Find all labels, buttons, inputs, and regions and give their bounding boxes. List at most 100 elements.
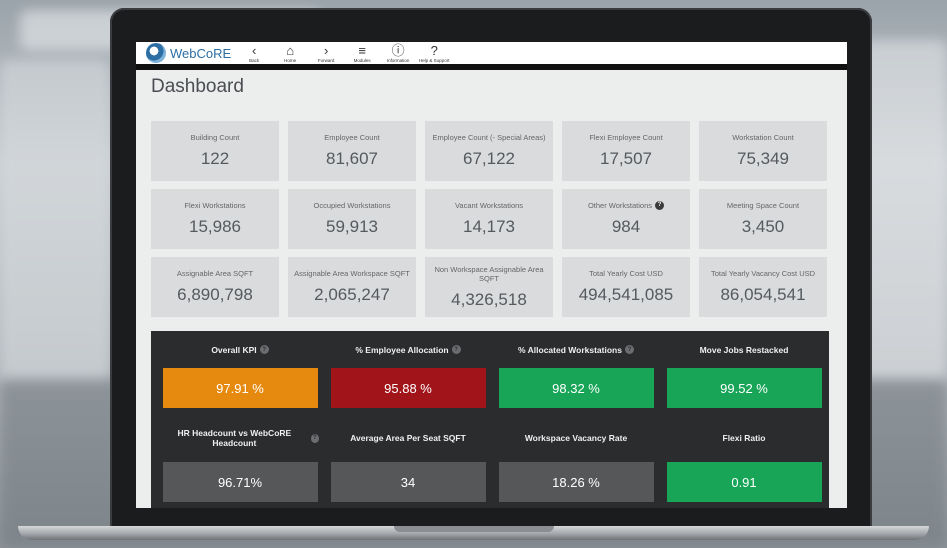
page-title: Dashboard (151, 76, 244, 97)
card-label: Non Workspace Assignable Area SQFT (434, 264, 544, 283)
kpi-label: % Employee Allocation (355, 344, 449, 355)
card-value: 15,986 (189, 217, 241, 236)
card-value: 59,913 (326, 217, 378, 236)
help-icon[interactable]: ? (655, 201, 665, 210)
kpi-tile[interactable]: Average Area Per Seat SQFT 34 (329, 414, 487, 508)
card-label-row: Assignable Area SQFT (177, 269, 253, 278)
summary-card[interactable]: Assignable Area Workspace SQFT 2,065,247 (288, 257, 416, 317)
card-label: Total Yearly Cost USD (589, 269, 663, 278)
kpi-tile[interactable]: Move Jobs Restacked 99.52 % (665, 331, 823, 414)
summary-card[interactable]: Other Workstations? 984 (562, 189, 690, 249)
card-label-row: Flexi Workstations (184, 201, 245, 210)
kpi-tile[interactable]: % Allocated Workstations? 98.32 % (497, 331, 655, 414)
summary-card[interactable]: Total Yearly Vacancy Cost USD 86,054,541 (699, 257, 827, 317)
card-label: Employee Count (- Special Areas) (432, 133, 546, 142)
nav-forward-button[interactable]: › Forward (311, 44, 341, 63)
kpi-label-row: Workspace Vacancy Rate (525, 414, 627, 462)
forward-arrow-icon: › (324, 42, 329, 58)
kpi-tile[interactable]: Workspace Vacancy Rate 18.26 % (497, 414, 655, 508)
card-value: 4,326,518 (451, 289, 527, 309)
nav-label: Help & Support (418, 57, 450, 63)
summary-card[interactable]: Employee Count 81,607 (288, 121, 416, 181)
nav-home-button[interactable]: ⌂ Home (275, 44, 305, 63)
help-icon[interactable]: ? (310, 433, 319, 443)
card-value: 984 (611, 217, 641, 236)
app-logo[interactable]: WebCoRE (146, 43, 231, 63)
kpi-label: Workspace Vacancy Rate (524, 433, 628, 443)
summary-card[interactable]: Building Count 122 (151, 121, 279, 181)
kpi-label-row: % Employee Allocation? (355, 331, 461, 368)
kpi-tile[interactable]: HR Headcount vs WebCoRE Headcount? 96.71% (161, 414, 319, 508)
kpi-label-row: Move Jobs Restacked (700, 331, 789, 368)
summary-card[interactable]: Employee Count (- Special Areas) 67,122 (425, 121, 553, 181)
app-name: WebCoRE (170, 45, 232, 61)
card-label: Assignable Area SQFT (176, 269, 254, 278)
summary-card[interactable]: Non Workspace Assignable Area SQFT 4,326,… (425, 257, 553, 317)
nav-toolbar: ‹ Back ⌂ Home › Forward ≡ Modules ⓘ Information ? H… (239, 44, 455, 63)
kpi-label-row: HR Headcount vs WebCoRE Headcount? (161, 414, 319, 462)
webcore-logo-icon (146, 43, 166, 63)
info-icon: ⓘ (391, 42, 405, 58)
nav-label: Modules (353, 57, 371, 63)
help-icon[interactable]: ? (451, 345, 461, 354)
card-label: Flexi Employee Count (589, 133, 663, 142)
card-label: Flexi Workstations (184, 201, 246, 210)
nav-back-button[interactable]: ‹ Back (239, 44, 269, 63)
summary-card[interactable]: Flexi Workstations 15,986 (151, 189, 279, 249)
card-label-row: Flexi Employee Count (589, 133, 662, 142)
kpi-tile[interactable]: % Employee Allocation? 95.88 % (329, 331, 487, 414)
nav-label: Home (284, 57, 297, 63)
home-icon: ⌂ (286, 42, 295, 58)
card-label-row: Employee Count (324, 133, 379, 142)
top-toolbar: WebCoRE ‹ Back ⌂ Home › Forward ≡ Modules ⓘ Infor… (136, 42, 847, 70)
kpi-label-row: Overall KPI? (211, 331, 269, 368)
card-label: Other Workstations (587, 201, 653, 210)
nav-modules-button[interactable]: ≡ Modules (347, 44, 377, 63)
card-value: 81,607 (326, 149, 378, 168)
laptop-notch (394, 526, 554, 532)
kpi-label: HR Headcount vs WebCoRE Headcount (177, 428, 292, 448)
nav-help-support-button[interactable]: ? Help & Support (418, 44, 450, 63)
card-label: Vacant Workstations (454, 201, 524, 210)
card-label: Assignable Area Workspace SQFT (294, 269, 410, 278)
summary-card[interactable]: Total Yearly Cost USD 494,541,085 (562, 257, 690, 317)
card-label: Employee Count (324, 133, 380, 142)
menu-icon: ≡ (358, 42, 366, 58)
summary-card[interactable]: Meeting Space Count 3,450 (699, 189, 827, 249)
kpi-value: 95.88 % (330, 368, 486, 408)
kpi-label-row: Average Area Per Seat SQFT (350, 414, 466, 462)
nav-label: Back (249, 57, 260, 63)
nav-label: Information (386, 57, 410, 63)
card-label: Meeting Space Count (726, 201, 800, 210)
kpi-tile[interactable]: Overall KPI? 97.91 % (161, 331, 319, 414)
kpi-value: 99.52 % (666, 368, 822, 408)
card-label: Total Yearly Vacancy Cost USD (710, 269, 816, 278)
summary-card[interactable]: Vacant Workstations 14,173 (425, 189, 553, 249)
background-window (860, 40, 947, 380)
kpi-value: 18.26 % (498, 462, 654, 502)
card-label-row: Total Yearly Cost USD (589, 269, 663, 278)
summary-card[interactable]: Assignable Area SQFT 6,890,798 (151, 257, 279, 317)
back-arrow-icon: ‹ (252, 42, 257, 58)
card-label-row: Other Workstations? (587, 201, 665, 210)
card-value: 2,065,247 (314, 285, 390, 304)
kpi-value: 0.91 (666, 462, 822, 502)
help-icon[interactable]: ? (624, 345, 634, 354)
card-label-row: Total Yearly Vacancy Cost USD (711, 269, 815, 278)
summary-card[interactable]: Occupied Workstations 59,913 (288, 189, 416, 249)
card-label-row: Occupied Workstations (314, 201, 391, 210)
card-label-row: Vacant Workstations (455, 201, 523, 210)
app-screen: WebCoRE ‹ Back ⌂ Home › Forward ≡ Modules ⓘ Infor… (136, 42, 847, 508)
nav-information-button[interactable]: ⓘ Information (383, 44, 413, 63)
kpi-value: 98.32 % (498, 368, 654, 408)
summary-card[interactable]: Workstation Count 75,349 (699, 121, 827, 181)
kpi-tile[interactable]: Flexi Ratio 0.91 (665, 414, 823, 508)
kpi-label-row: % Allocated Workstations? (518, 331, 634, 368)
summary-card[interactable]: Flexi Employee Count 17,507 (562, 121, 690, 181)
help-icon[interactable]: ? (259, 345, 269, 354)
kpi-label: Overall KPI (211, 344, 257, 355)
card-label-row: Non Workspace Assignable Area SQFT (428, 265, 550, 283)
card-label-row: Workstation Count (732, 133, 794, 142)
card-label: Building Count (190, 133, 240, 142)
kpi-label: % Allocated Workstations (518, 344, 622, 355)
